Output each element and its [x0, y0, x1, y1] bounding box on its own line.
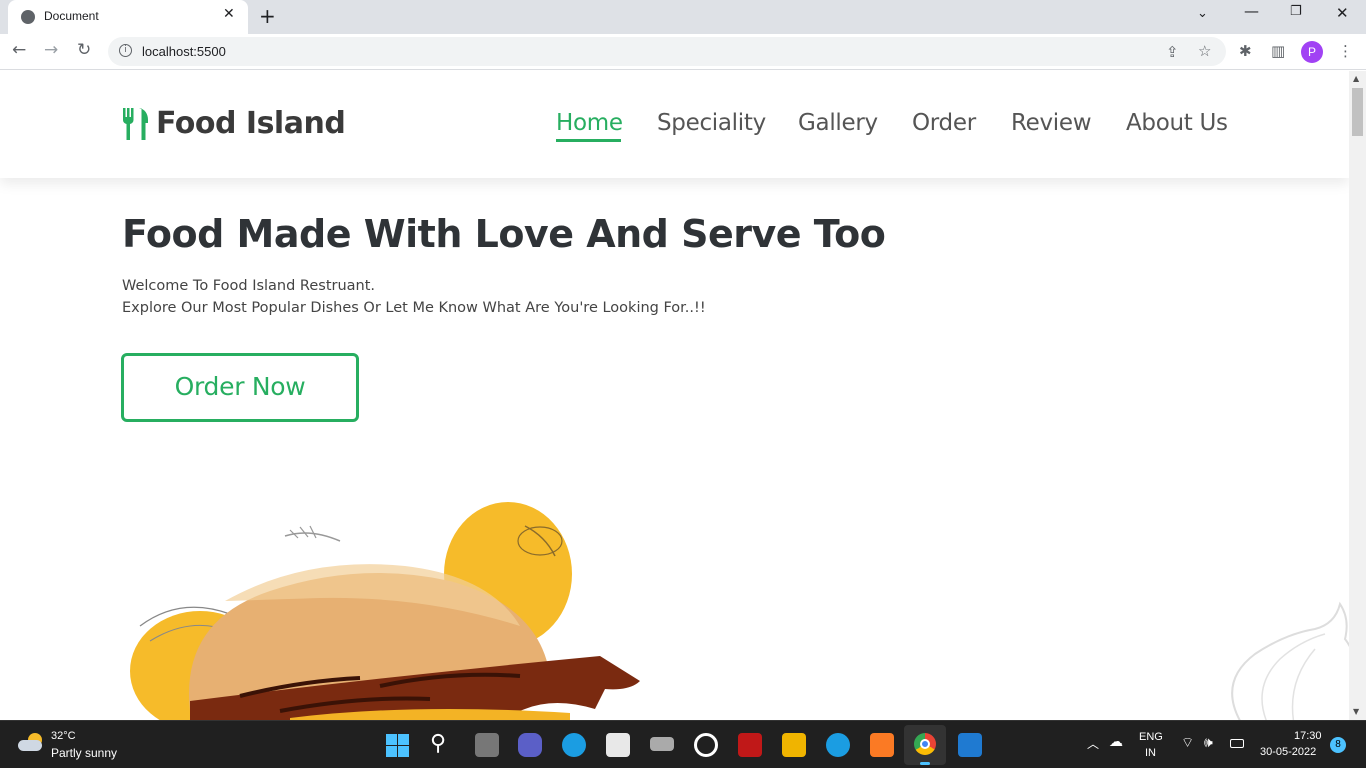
nav-review[interactable]: Review [1011, 110, 1092, 136]
burger-image [130, 502, 640, 720]
start-windows-icon[interactable] [386, 734, 409, 757]
side-panel-icon[interactable]: ▥ [1271, 42, 1285, 60]
url-text[interactable]: localhost:5500 [142, 44, 226, 59]
active-nav-underline [556, 139, 621, 142]
brand-name: Food Island [156, 106, 346, 141]
share-icon[interactable]: ⇪ [1166, 43, 1179, 61]
teams-chat-icon[interactable] [518, 733, 542, 757]
nav-about-us[interactable]: About Us [1126, 110, 1228, 136]
vscode-icon[interactable] [958, 733, 982, 757]
store-icon[interactable] [606, 733, 630, 757]
restore-button[interactable]: ❐ [1290, 4, 1302, 19]
battery-icon[interactable] [1230, 739, 1244, 748]
nav-home[interactable]: Home [556, 110, 623, 136]
globe-icon [21, 10, 35, 24]
help-icon[interactable] [826, 733, 850, 757]
profile-avatar[interactable]: P [1301, 41, 1323, 63]
back-icon[interactable]: ← [12, 40, 26, 60]
edge-icon[interactable] [562, 733, 586, 757]
notification-badge[interactable]: 8 [1330, 737, 1346, 753]
show-hidden-icons[interactable]: ︿ [1087, 735, 1099, 752]
scroll-up-icon[interactable]: ▲ [1353, 74, 1359, 83]
tab-title: Document [44, 9, 99, 23]
file-explorer-icon[interactable] [782, 733, 806, 757]
menu-kebab-icon[interactable]: ⋮ [1338, 42, 1353, 60]
browser-tab[interactable]: Document ✕ [8, 0, 248, 34]
task-view-icon[interactable] [475, 733, 499, 757]
weather-desc[interactable]: Partly sunny [51, 746, 117, 760]
clock-date[interactable]: 30-05-2022 [1260, 746, 1316, 758]
site-info-icon[interactable]: i [119, 44, 132, 57]
weather-icon[interactable] [18, 733, 44, 751]
address-bar[interactable]: i localhost:5500 ⇪ ☆ [108, 37, 1226, 66]
tab-search-icon[interactable]: ⌄ [1197, 6, 1208, 21]
search-icon[interactable]: ⚲ [430, 730, 446, 756]
drive-icon[interactable] [650, 737, 674, 751]
extensions-icon[interactable]: ✱ [1239, 42, 1252, 60]
close-window-button[interactable]: ✕ [1336, 4, 1349, 22]
browser-tab-strip: Document ✕ + ⌄ — ❐ ✕ [0, 0, 1366, 34]
nav-gallery[interactable]: Gallery [798, 110, 878, 136]
scrollbar-thumb[interactable] [1352, 88, 1363, 136]
language-bottom[interactable]: IN [1145, 747, 1156, 759]
language-top[interactable]: ENG [1139, 731, 1163, 743]
bookmark-star-icon[interactable]: ☆ [1198, 42, 1211, 60]
windows-taskbar: 32°C Partly sunny ⚲ ︿ ☁ ENG IN ⌔ 🕪 17:30… [0, 720, 1366, 768]
nav-speciality[interactable]: Speciality [657, 110, 766, 136]
utensils-icon [122, 108, 148, 140]
hero-title: Food Made With Love And Serve Too [122, 212, 886, 256]
page-scrollbar[interactable]: ▲ ▼ [1349, 71, 1366, 720]
minimize-button[interactable]: — [1244, 2, 1259, 20]
nav-order[interactable]: Order [912, 110, 976, 136]
clock-time[interactable]: 17:30 [1294, 730, 1322, 742]
scroll-down-icon[interactable]: ▼ [1353, 707, 1359, 716]
volume-icon[interactable]: 🕪 [1204, 734, 1213, 751]
site-header: Food Island Home Speciality Gallery Orde… [0, 71, 1349, 178]
xampp-icon[interactable] [870, 733, 894, 757]
mcafee-icon[interactable] [738, 733, 762, 757]
weather-temp[interactable]: 32°C [51, 730, 76, 742]
page-viewport: Food Island Home Speciality Gallery Orde… [0, 71, 1349, 720]
chrome-active-tile[interactable] [904, 725, 946, 765]
browser-toolbar: ← → ↻ i localhost:5500 ⇪ ☆ ✱ ▥ P ⋮ [0, 34, 1366, 70]
hero-welcome-text: Welcome To Food Island Restruant. [122, 278, 376, 294]
onedrive-icon[interactable]: ☁ [1109, 733, 1123, 750]
onion-sketch-image [1231, 601, 1349, 720]
app-circle-icon[interactable] [694, 733, 718, 757]
wifi-icon[interactable]: ⌔ [1181, 734, 1194, 752]
close-tab-icon[interactable]: ✕ [223, 6, 235, 22]
hero-explore-text: Explore Our Most Popular Dishes Or Let M… [122, 300, 706, 316]
new-tab-button[interactable]: + [259, 4, 276, 28]
forward-icon[interactable]: → [44, 40, 58, 60]
order-now-button[interactable]: Order Now [121, 353, 359, 422]
reload-icon[interactable]: ↻ [77, 40, 91, 60]
